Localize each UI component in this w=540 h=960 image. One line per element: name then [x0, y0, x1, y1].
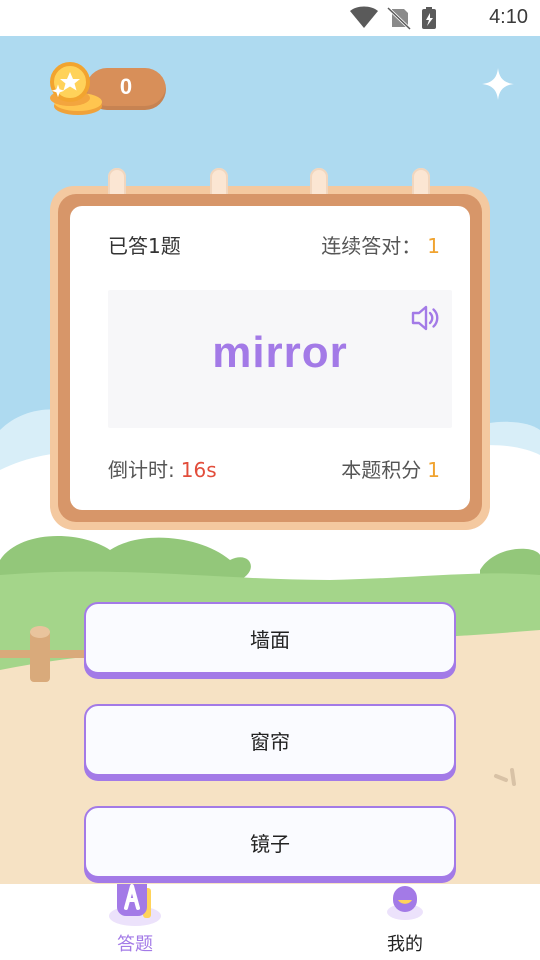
quiz-word: mirror — [212, 328, 348, 377]
status-icons — [350, 6, 436, 30]
score-value: 1 — [427, 458, 440, 482]
status-bar: 4:10 — [0, 0, 540, 36]
tab-mine-label: 我的 — [387, 934, 423, 955]
bottom-tab-bar: 答题 我的 — [0, 884, 540, 960]
word-box: mirror — [108, 290, 452, 428]
option-button-3[interactable]: 镜子 — [84, 806, 456, 878]
coin-stack-icon — [50, 62, 102, 115]
option-label: 墙面 — [250, 628, 290, 652]
quiz-timer-row: 倒计时: 16s 本题积分 1 — [108, 454, 440, 484]
countdown-label: 倒计时: — [108, 458, 175, 482]
score-label: 本题积分 — [341, 458, 422, 482]
tab-answer-label: 答题 — [117, 934, 153, 955]
streak-label: 连续答对： — [321, 234, 422, 258]
battery-icon — [422, 7, 436, 29]
countdown-value: 16s — [180, 458, 217, 482]
wifi-icon — [350, 6, 378, 28]
option-label: 窗帘 — [250, 730, 290, 754]
quiz-stats-row: 已答1题 连续答对： 1 — [108, 230, 440, 260]
option-button-1[interactable]: 墙面 — [84, 602, 456, 674]
answered-count: 已答1题 — [108, 234, 181, 258]
streak-value: 1 — [427, 234, 440, 258]
status-time: 4:10 — [489, 6, 528, 28]
quiz-card-body: 已答1题 连续答对： 1 mirror 倒计时: 16s 本题积分 1 — [70, 206, 470, 510]
question-score: 本题积分 1 — [341, 454, 440, 483]
quiz-card-frame: 已答1题 连续答对： 1 mirror 倒计时: 16s 本题积分 1 — [58, 194, 482, 522]
no-sim-icon — [386, 6, 412, 30]
tab-mine[interactable]: 我的 — [335, 884, 475, 960]
coin-badge[interactable]: 0 — [40, 60, 170, 120]
quiz-card: 已答1题 连续答对： 1 mirror 倒计时: 16s 本题积分 1 — [50, 168, 490, 530]
option-button-2[interactable]: 窗帘 — [84, 704, 456, 776]
countdown: 倒计时: 16s — [108, 454, 217, 483]
quiz-icon — [109, 884, 161, 926]
profile-icon — [387, 886, 423, 920]
sparkle-icon — [482, 68, 514, 100]
tab-answer[interactable]: 答题 — [65, 884, 205, 960]
streak: 连续答对： 1 — [321, 230, 440, 259]
option-label: 镜子 — [250, 832, 290, 856]
